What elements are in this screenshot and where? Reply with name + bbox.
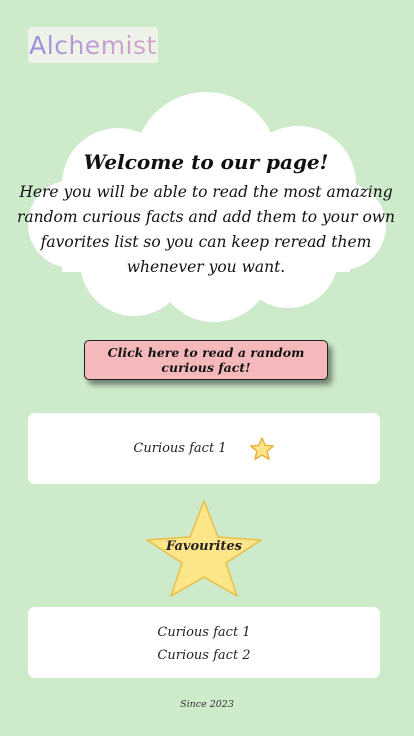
logo-text: Alchemist bbox=[29, 30, 157, 60]
welcome-title: Welcome to our page! bbox=[83, 150, 329, 174]
fact-text: Curious fact 1 bbox=[133, 441, 227, 456]
favourites-heading: Favourites bbox=[165, 539, 242, 554]
random-fact-button[interactable]: Click here to read a random curious fact… bbox=[84, 340, 328, 380]
favourites-card: Curious fact 1 Curious fact 2 bbox=[28, 607, 380, 678]
list-item[interactable]: Curious fact 1 bbox=[28, 621, 380, 644]
list-item[interactable]: Curious fact 2 bbox=[28, 644, 380, 667]
favourites-list: Curious fact 1 Curious fact 2 bbox=[28, 621, 380, 667]
footer-text: Since 2023 bbox=[180, 699, 234, 710]
alchemist-logo[interactable]: Alchemist bbox=[28, 27, 158, 63]
add-favorite-star-icon[interactable] bbox=[249, 436, 275, 462]
welcome-cloud: Welcome to our page! Here you will be ab… bbox=[6, 86, 406, 326]
welcome-body: Here you will be able to read the most a… bbox=[16, 183, 396, 276]
facts-card: Curious fact 1 bbox=[28, 413, 380, 484]
welcome-text: Welcome to our page! Here you will be ab… bbox=[6, 150, 406, 280]
fact-row: Curious fact 1 bbox=[28, 413, 380, 484]
